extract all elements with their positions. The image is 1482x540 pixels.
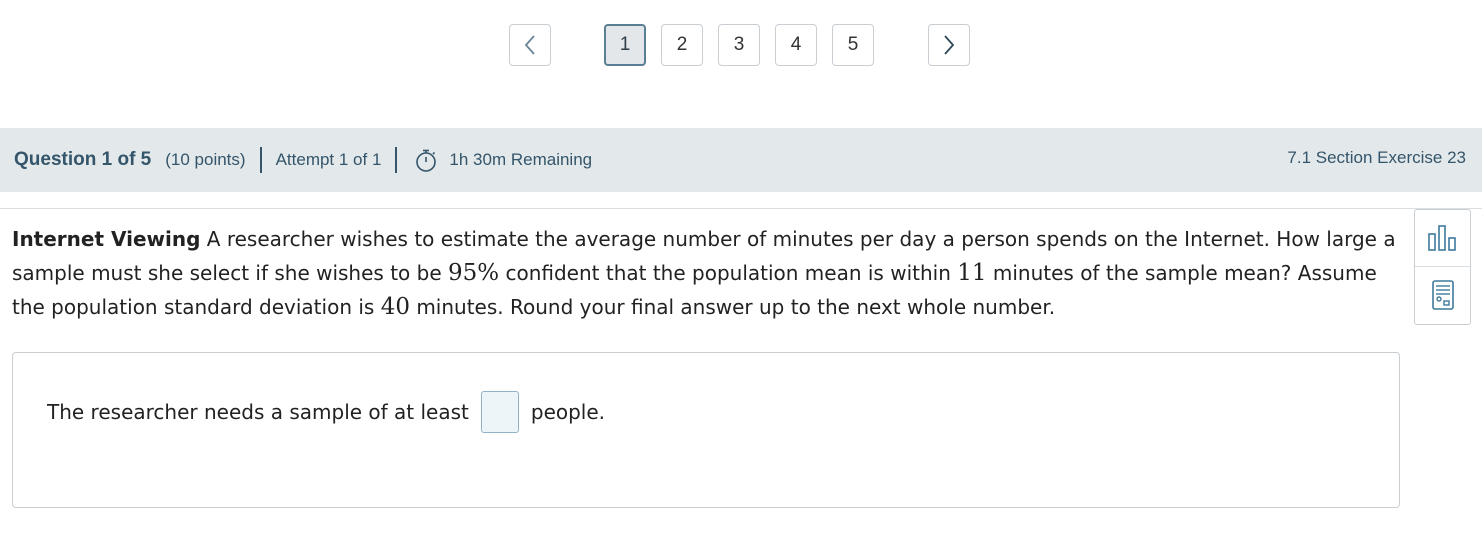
- margin-of-error: 11: [957, 260, 987, 286]
- time-remaining: 1h 30m Remaining: [449, 150, 593, 169]
- chevron-left-icon: [524, 35, 535, 55]
- page-number: 4: [790, 34, 802, 55]
- header-divider: [259, 147, 262, 173]
- next-question-button[interactable]: [928, 24, 970, 66]
- question-number: Question 1 of 5: [14, 149, 152, 170]
- question-text-part: minutes. Round your final answer up to t…: [409, 295, 1056, 319]
- attempt-count: Attempt 1 of 1: [275, 150, 382, 169]
- statistics-tool-button[interactable]: [1415, 210, 1470, 267]
- question-points: (10 points): [165, 150, 246, 169]
- page-number: 2: [676, 34, 688, 55]
- page-button-1[interactable]: 1: [604, 24, 646, 66]
- prev-question-button[interactable]: [509, 24, 551, 66]
- calculator-tool-button[interactable]: [1415, 267, 1470, 323]
- answer-box: The researcher needs a sample of at leas…: [12, 352, 1400, 508]
- page-button-4[interactable]: 4: [775, 24, 817, 66]
- answer-suffix: people.: [530, 400, 606, 424]
- page-button-2[interactable]: 2: [661, 24, 703, 66]
- content-divider: [0, 208, 1482, 209]
- question-header: Question 1 of 5 (10 points) Attempt 1 of…: [0, 128, 1482, 192]
- chevron-right-icon: [944, 35, 955, 55]
- stopwatch-icon: [415, 148, 437, 172]
- page-button-3[interactable]: 3: [718, 24, 760, 66]
- page-button-5[interactable]: 5: [832, 24, 874, 66]
- question-pagination: 1 2 3 4 5: [0, 24, 1482, 68]
- section-label: 7.1 Section Exercise 23: [1287, 148, 1466, 167]
- answer-line: The researcher needs a sample of at leas…: [47, 391, 605, 433]
- sample-size-input[interactable]: [480, 391, 519, 433]
- page-number: 5: [847, 34, 859, 55]
- question-text: Internet Viewing A researcher wishes to …: [12, 222, 1404, 324]
- calculator-icon: [1431, 280, 1454, 310]
- question-text-part: confident that the population mean is wi…: [499, 261, 958, 285]
- standard-deviation: 40: [380, 294, 410, 320]
- page-number: 1: [619, 34, 631, 55]
- header-divider: [395, 147, 398, 173]
- bar-chart-icon: [1427, 225, 1456, 251]
- page-number: 3: [733, 34, 745, 55]
- confidence-level: 95%: [448, 260, 500, 286]
- answer-prefix: The researcher needs a sample of at leas…: [47, 400, 469, 424]
- tools-panel: [1414, 209, 1471, 325]
- question-title: Internet Viewing: [12, 227, 201, 251]
